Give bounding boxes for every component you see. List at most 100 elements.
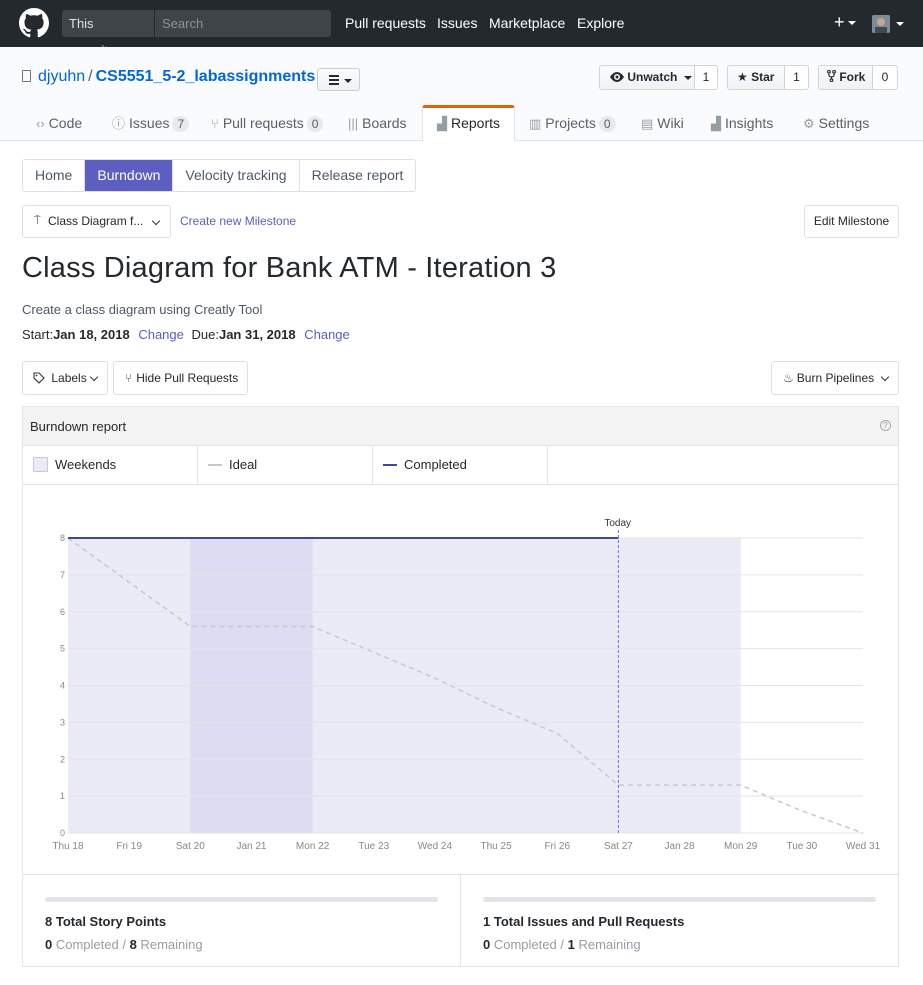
today-marker-label: Today [604,518,631,529]
repo-title: djyuhn / CS5551_5-2_labassignments [38,68,315,86]
report-tab-release[interactable]: Release report [299,160,416,191]
fork-button[interactable]: Fork [818,65,873,90]
panel-title: Burndown report [30,419,127,434]
search-box: This repository [62,10,331,58]
legend-ideal[interactable]: Ideal [198,446,373,484]
slash: / [122,937,126,952]
create-new-dropdown[interactable]: + [834,12,856,32]
tab-reports[interactable]: ▟ Reports [422,105,515,142]
repo-name-link[interactable]: CS5551_5-2_labassignments [96,68,316,85]
change-due-link[interactable]: Change [304,327,350,342]
unwatch-button[interactable]: Unwatch [599,65,695,90]
tab-wiki[interactable]: ▤ Wiki [641,105,684,142]
y-tick-label: 7 [60,570,65,580]
user-avatar[interactable] [872,15,890,33]
tab-label: Wiki [657,115,684,131]
x-tick-label: Sat 27 [604,841,633,852]
pull-request-icon: ⑂ [125,371,133,385]
flame-icon: ♨ [783,371,794,385]
issues-title: 1 Total Issues and Pull Requests [483,914,685,929]
issue-icon: ⓘ [112,116,126,131]
hide-pull-requests-button[interactable]: ⑂ Hide Pull Requests [113,361,248,395]
search-input[interactable] [155,10,331,37]
milestone-select[interactable]: ⍑ Class Diagram f... [22,205,171,238]
tab-code[interactable]: ‹› Code [36,105,82,142]
nav-pull-requests[interactable]: Pull requests [345,15,426,31]
completed-swatch [383,464,397,466]
x-tick-label: Wed 24 [418,841,453,852]
nav-explore[interactable]: Explore [577,15,624,31]
issues-summary: 1 Total Issues and Pull Requests 0 Compl… [461,874,898,967]
issues-counter: 7 [172,116,190,132]
milestone-title: Class Diagram for Bank ATM - Iteration 3 [22,252,557,284]
remaining-label: Remaining [578,937,641,952]
report-tab-velocity[interactable]: Velocity tracking [173,160,300,191]
legend-completed[interactable]: Completed [373,446,548,484]
milestone-dates: Start:Jan 18, 2018 Change Due:Jan 31, 20… [22,327,350,342]
labels-filter-button[interactable]: Labels [22,361,108,395]
global-header: This repository Pull requests Issues Mar… [0,0,923,58]
story-points-completed: 0 [45,937,53,952]
burn-pipelines-button[interactable]: ♨ Burn Pipelines [771,361,899,395]
search-scope-label[interactable]: This repository [62,10,155,58]
tab-pull-requests[interactable]: ⑂ Pull requests 0 [211,105,324,142]
x-tick-label: Tue 30 [786,841,817,852]
tab-label: Boards [362,115,407,131]
change-start-link[interactable]: Change [138,327,184,342]
boards-icon: ||| [348,116,359,131]
story-points-progress-bar [45,897,438,902]
tab-settings[interactable]: ⚙ Settings [803,105,869,142]
create-milestone-link[interactable]: Create new Milestone [180,214,296,228]
nav-issues[interactable]: Issues [437,15,477,31]
tab-label: Settings [818,115,870,131]
graph-icon: ▟ [711,116,721,131]
x-tick-label: Jan 21 [236,841,266,852]
edit-milestone-button[interactable]: Edit Milestone [804,205,899,238]
y-tick-label: 0 [60,828,65,838]
story-points-status: 0 Completed / 8 Remaining [45,937,203,952]
y-tick-label: 3 [60,717,65,727]
caret-down-icon[interactable] [896,22,904,26]
x-tick-label: Sat 20 [176,841,205,852]
github-logo-icon[interactable] [19,8,49,38]
star-count[interactable]: 1 [785,65,809,90]
tab-label: Pull requests [222,115,304,131]
unwatch-label: Unwatch [627,70,678,84]
help-icon[interactable]: ? [880,420,891,431]
report-tab-home[interactable]: Home [23,160,86,191]
list-icon [329,75,339,85]
fork-count[interactable]: 0 [873,65,898,90]
code-icon: ‹› [36,116,45,131]
x-tick-label: Thu 25 [481,841,513,852]
caret-down-icon [344,79,352,83]
burndown-chart: 0 1 2 3 4 5 6 7 8 Thu 18 Fri 19 Sat 20 Jan 21 Mon 22 T… [52,518,881,852]
x-tick-label: Jan 28 [665,841,695,852]
pull-requests-counter: 0 [306,116,324,132]
due-label: Due: [191,327,219,342]
book-icon: ▤ [641,116,654,131]
nav-marketplace[interactable]: Marketplace [489,15,565,31]
hide-pull-requests-label: Hide Pull Requests [136,371,239,385]
y-tick-label: 4 [60,681,65,691]
watch-count[interactable]: 1 [695,65,718,90]
tab-issues[interactable]: ⓘ Issues 7 [112,105,190,142]
due-date: Jan 31, 2018 [218,327,296,342]
chart-legend: Weekends Ideal Completed [23,446,898,485]
tab-insights[interactable]: ▟ Insights [711,105,773,142]
y-tick-label: 8 [60,533,65,543]
report-tab-burndown[interactable]: Burndown [85,160,174,191]
legend-weekends[interactable]: Weekends [23,446,198,484]
projects-counter: 0 [598,116,616,132]
repo-owner-link[interactable]: djyuhn [38,68,85,85]
x-tick-label: Fri 26 [544,841,570,852]
x-tick-label: Mon 29 [724,841,758,852]
x-tick-label: Wed 31 [846,841,881,852]
tab-projects[interactable]: ▥ Projects 0 [529,105,616,142]
repo-menu-button[interactable] [317,68,360,91]
issues-progress-bar [483,897,876,902]
star-button[interactable]: ★ Star [727,65,785,90]
y-tick-label: 6 [60,607,65,617]
project-icon: ▥ [529,116,542,131]
slash: / [560,937,564,952]
tab-boards[interactable]: ||| Boards [348,105,407,142]
